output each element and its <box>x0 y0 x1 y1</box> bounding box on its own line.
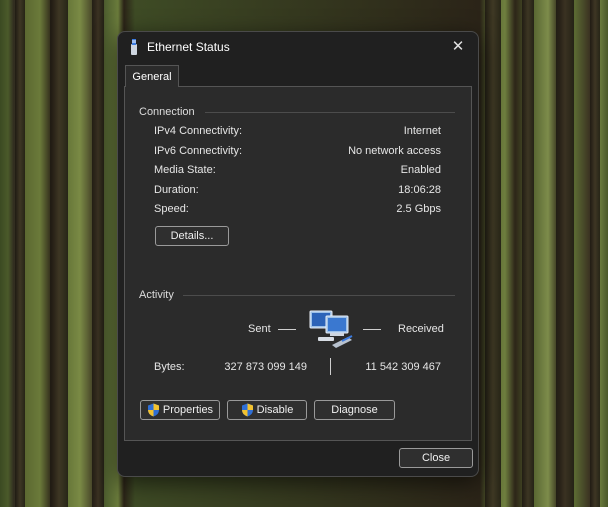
tree-trunk <box>15 0 25 507</box>
close-icon[interactable]: ✕ <box>446 36 470 58</box>
sent-label: Sent <box>248 323 271 335</box>
properties-button[interactable]: Properties <box>140 400 220 420</box>
divider <box>183 295 455 296</box>
speed-value: 2.5 Gbps <box>396 203 441 215</box>
duration-value: 18:06:28 <box>398 184 441 196</box>
media-state-label: Media State: <box>154 164 216 176</box>
diagnose-button[interactable]: Diagnose <box>314 400 395 420</box>
tree-trunk <box>485 0 501 507</box>
details-button[interactable]: Details... <box>155 226 229 246</box>
disable-button[interactable]: Disable <box>227 400 307 420</box>
general-panel: Connection IPv4 Connectivity: Internet I… <box>124 86 472 441</box>
ipv6-value: No network access <box>348 145 441 157</box>
received-line <box>363 329 381 330</box>
received-label: Received <box>398 323 444 335</box>
ipv4-label: IPv4 Connectivity: <box>154 125 243 137</box>
tab-general[interactable]: General <box>125 65 179 87</box>
bytes-label: Bytes: <box>154 361 185 373</box>
duration-label: Duration: <box>154 184 199 196</box>
ipv4-value: Internet <box>403 125 441 137</box>
properties-label: Properties <box>162 404 214 416</box>
activity-separator <box>330 358 331 375</box>
uac-shield-icon <box>147 403 159 417</box>
window-title: Ethernet Status <box>147 40 230 54</box>
activity-group-label: Activity <box>139 289 174 301</box>
ethernet-status-dialog: Ethernet Status ✕ General Connection IPv… <box>117 31 479 477</box>
sent-line <box>278 329 296 330</box>
tree-trunk <box>590 0 600 507</box>
tree-trunk <box>522 0 534 507</box>
tree-trunk <box>556 0 574 507</box>
speed-label: Speed: <box>154 203 189 215</box>
divider <box>205 112 455 113</box>
tree-trunk <box>92 0 104 507</box>
close-button[interactable]: Close <box>399 448 473 468</box>
bytes-sent-value: 327 873 099 149 <box>224 361 307 373</box>
ethernet-icon <box>131 39 137 55</box>
connection-group-label: Connection <box>139 106 195 118</box>
bytes-received-value: 11 542 309 467 <box>365 361 441 373</box>
tree-trunk <box>50 0 68 507</box>
title-bar[interactable]: Ethernet Status ✕ <box>118 32 478 62</box>
uac-shield-icon <box>241 403 253 417</box>
disable-label: Disable <box>256 404 294 416</box>
network-computers-icon <box>309 310 353 348</box>
media-state-value: Enabled <box>400 164 441 176</box>
ipv6-label: IPv6 Connectivity: <box>154 145 243 157</box>
